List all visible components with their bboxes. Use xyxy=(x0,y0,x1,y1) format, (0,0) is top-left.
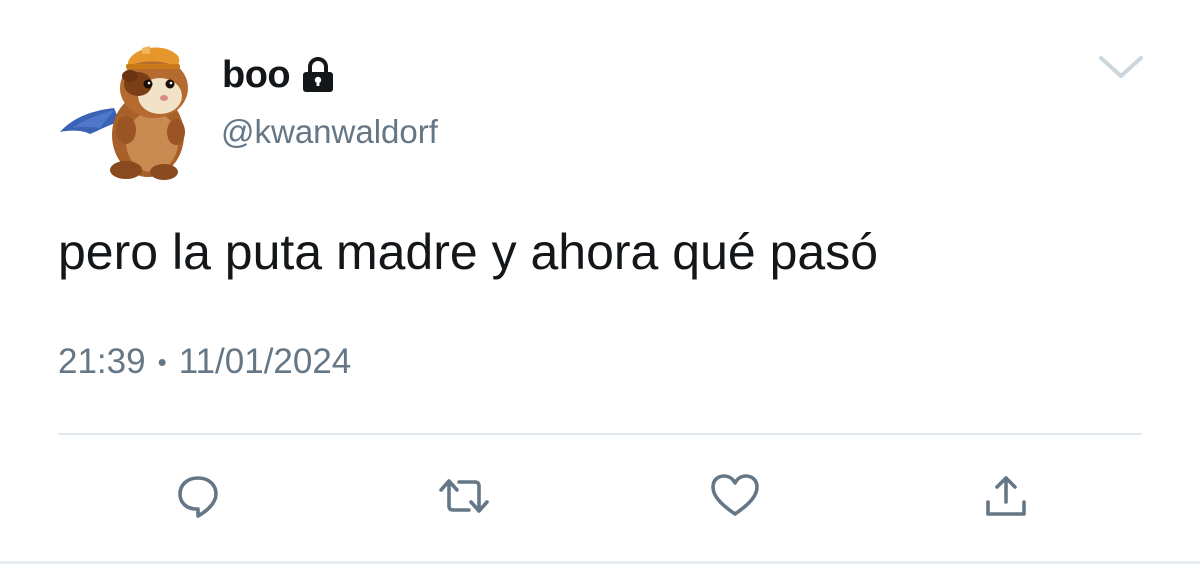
lock-icon xyxy=(298,55,338,95)
chevron-down-icon xyxy=(1099,56,1143,78)
share-button[interactable] xyxy=(976,466,1036,526)
reply-icon xyxy=(178,476,218,518)
tweet-date: 11/01/2024 xyxy=(178,342,352,381)
retweet-button[interactable] xyxy=(434,466,494,526)
share-icon xyxy=(986,476,1026,516)
display-name[interactable]: boo xyxy=(222,53,338,97)
timestamp-separator: • xyxy=(157,347,167,377)
avatar-image xyxy=(60,46,188,180)
tweet-menu-button[interactable] xyxy=(1097,50,1145,84)
tweet-time: 21:39 xyxy=(58,342,146,381)
tweet-text: pero la puta madre y ahora qué pasó xyxy=(58,224,878,280)
heart-icon xyxy=(711,474,759,516)
tweet-timestamp[interactable]: 21:39 • 11/01/2024 xyxy=(58,340,351,384)
user-handle[interactable]: @kwanwaldorf xyxy=(221,112,438,152)
display-name-text: boo xyxy=(222,54,291,96)
divider xyxy=(58,433,1142,435)
like-button[interactable] xyxy=(705,466,765,526)
avatar[interactable] xyxy=(56,40,206,185)
retweet-icon xyxy=(439,479,489,513)
reply-button[interactable] xyxy=(168,466,228,526)
tweet-card: boo @kwanwaldorf pero la puta madre y ah… xyxy=(0,0,1200,564)
